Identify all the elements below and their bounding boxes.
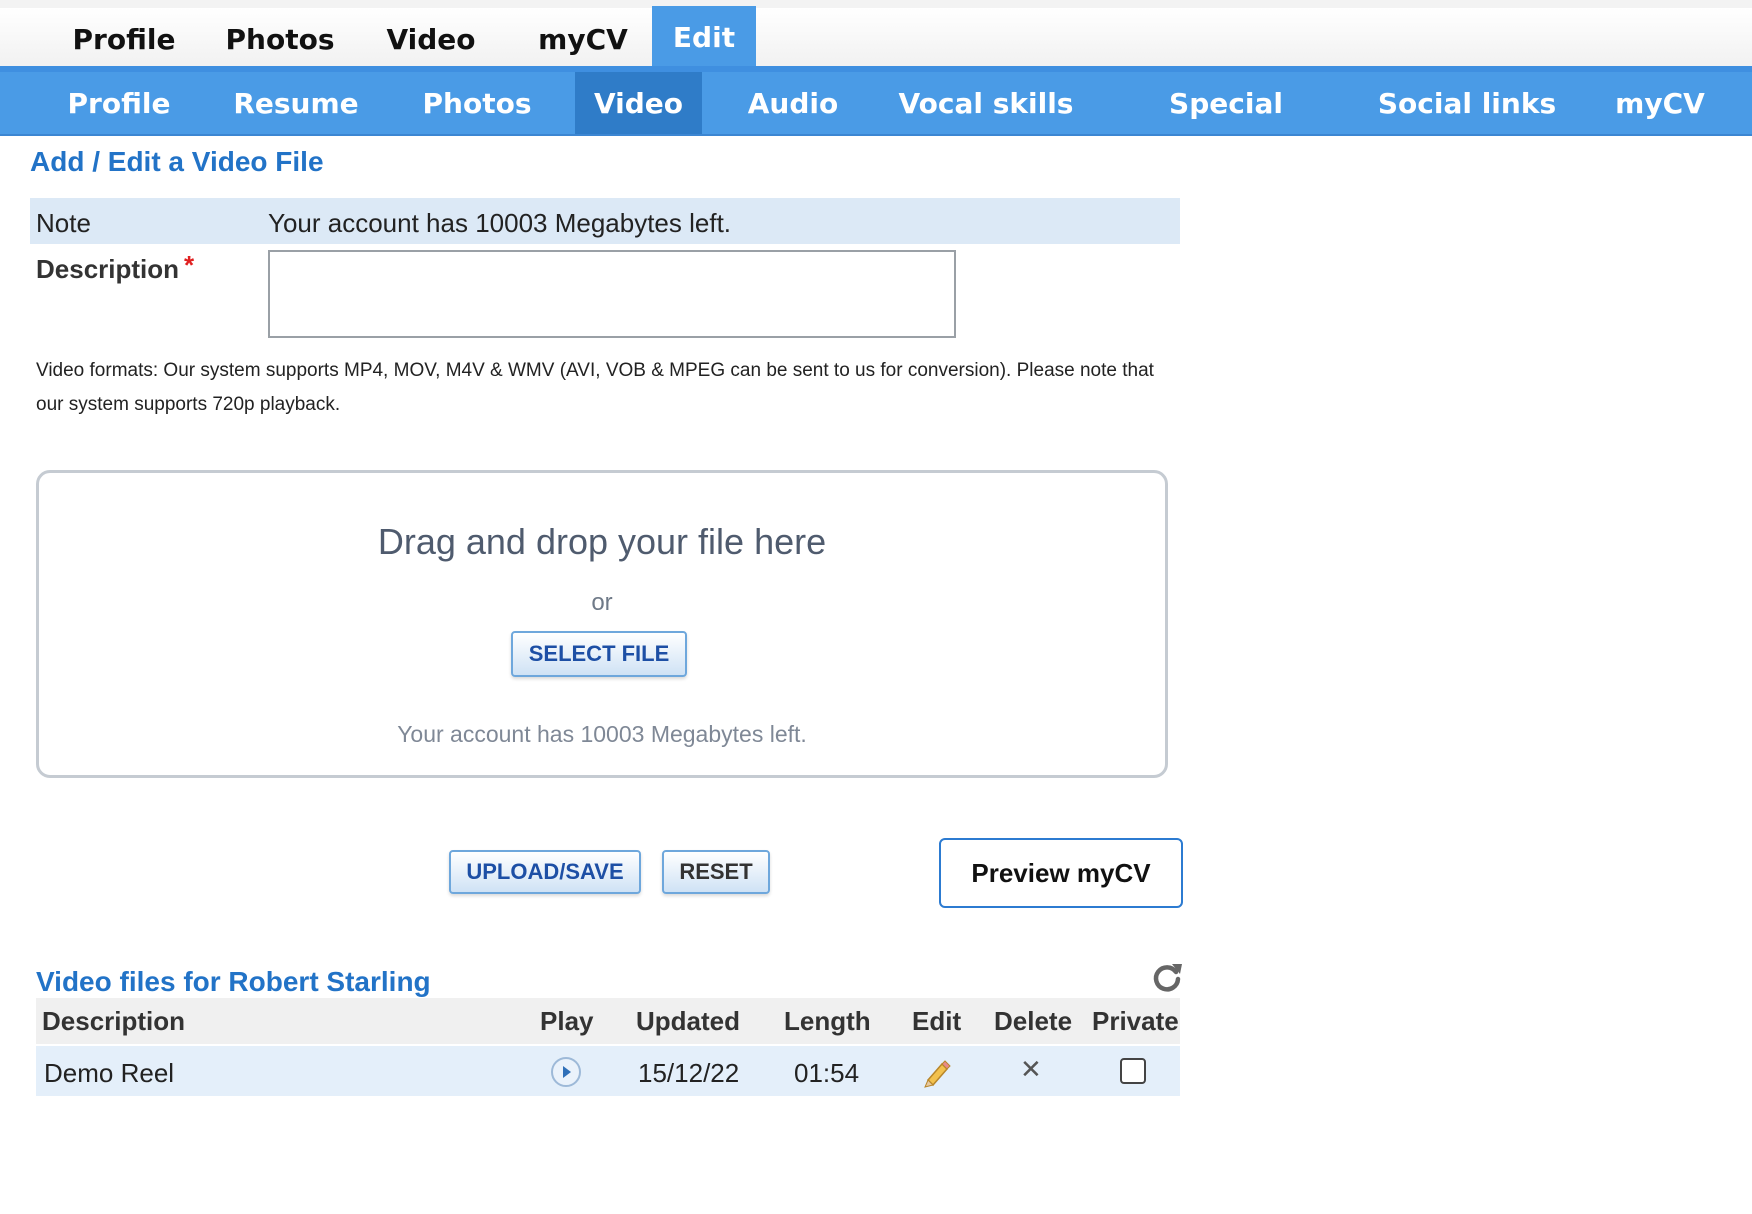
video-files-title: Video files for Robert Starling — [36, 966, 431, 997]
sub-tab-resume[interactable]: Resume — [222, 72, 370, 134]
pencil-icon[interactable] — [922, 1058, 952, 1088]
top-tab-video[interactable]: Video — [366, 8, 496, 70]
row-length: 01:54 — [794, 1058, 860, 1088]
preview-mycv-button[interactable]: Preview myCV — [939, 838, 1183, 908]
col-private: Private — [1092, 1006, 1179, 1036]
row-description: Demo Reel — [44, 1058, 175, 1088]
table-row: Demo Reel 15/12/22 01:54 ✕ — [36, 1046, 1180, 1096]
sub-tab-special-skills[interactable]: Special skills — [1126, 72, 1326, 184]
files-table-header: Description Play Updated Length Edit Del… — [36, 998, 1180, 1044]
note-row: Note Your account has 10003 Megabytes le… — [30, 198, 1180, 244]
col-updated: Updated — [636, 1006, 740, 1036]
col-description: Description — [42, 1006, 186, 1036]
sub-tab-mycv[interactable]: myCV — [1604, 72, 1716, 134]
required-marker: * — [184, 250, 195, 280]
private-checkbox[interactable] — [1120, 1058, 1146, 1084]
file-dropzone[interactable]: Drag and drop your file here or SELECT F… — [36, 470, 1168, 778]
video-formats-note: Video formats: Our system supports MP4, … — [36, 360, 1154, 415]
col-play: Play — [540, 1006, 594, 1036]
top-nav: Profile Photos Video myCV Edit — [0, 0, 1752, 68]
sub-tab-profile[interactable]: Profile — [46, 72, 192, 134]
dropzone-space-left: Your account has 10003 Megabytes left. — [397, 721, 807, 747]
note-text: Your account has 10003 Megabytes left. — [268, 208, 732, 238]
top-tab-photos[interactable]: Photos — [206, 8, 354, 70]
top-tab-mycv[interactable]: myCV — [516, 8, 650, 70]
col-edit: Edit — [912, 1006, 962, 1036]
row-updated: 15/12/22 — [638, 1058, 740, 1088]
col-length: Length — [784, 1006, 871, 1036]
sub-tab-video[interactable]: Video — [575, 72, 702, 134]
reset-button[interactable]: RESET — [662, 850, 770, 894]
sub-tab-social-links[interactable]: Social links — [1374, 72, 1560, 134]
sub-nav: Profile Resume Photos Video Audio Vocal … — [0, 72, 1752, 184]
page-title: Add / Edit a Video File — [30, 146, 324, 177]
top-tab-edit[interactable]: Edit — [652, 6, 756, 68]
refresh-icon[interactable] — [1150, 960, 1184, 994]
dropzone-title: Drag and drop your file here — [377, 521, 827, 562]
play-icon[interactable] — [550, 1056, 582, 1088]
dropzone-or: or — [591, 589, 613, 616]
upload-save-button[interactable]: UPLOAD/SAVE — [449, 850, 641, 894]
note-label: Note — [36, 208, 91, 238]
sub-tab-photos[interactable]: Photos — [404, 72, 550, 134]
select-file-button[interactable]: SELECT FILE — [511, 631, 687, 677]
sub-tab-vocal-skills[interactable]: Vocal skills — [894, 72, 1078, 134]
description-label: Description — [36, 254, 180, 284]
top-tab-profile[interactable]: Profile — [50, 8, 198, 70]
description-input[interactable] — [268, 250, 956, 338]
sub-tab-audio[interactable]: Audio — [728, 72, 858, 134]
col-delete: Delete — [994, 1006, 1073, 1036]
delete-icon[interactable]: ✕ — [1020, 1054, 1042, 1085]
